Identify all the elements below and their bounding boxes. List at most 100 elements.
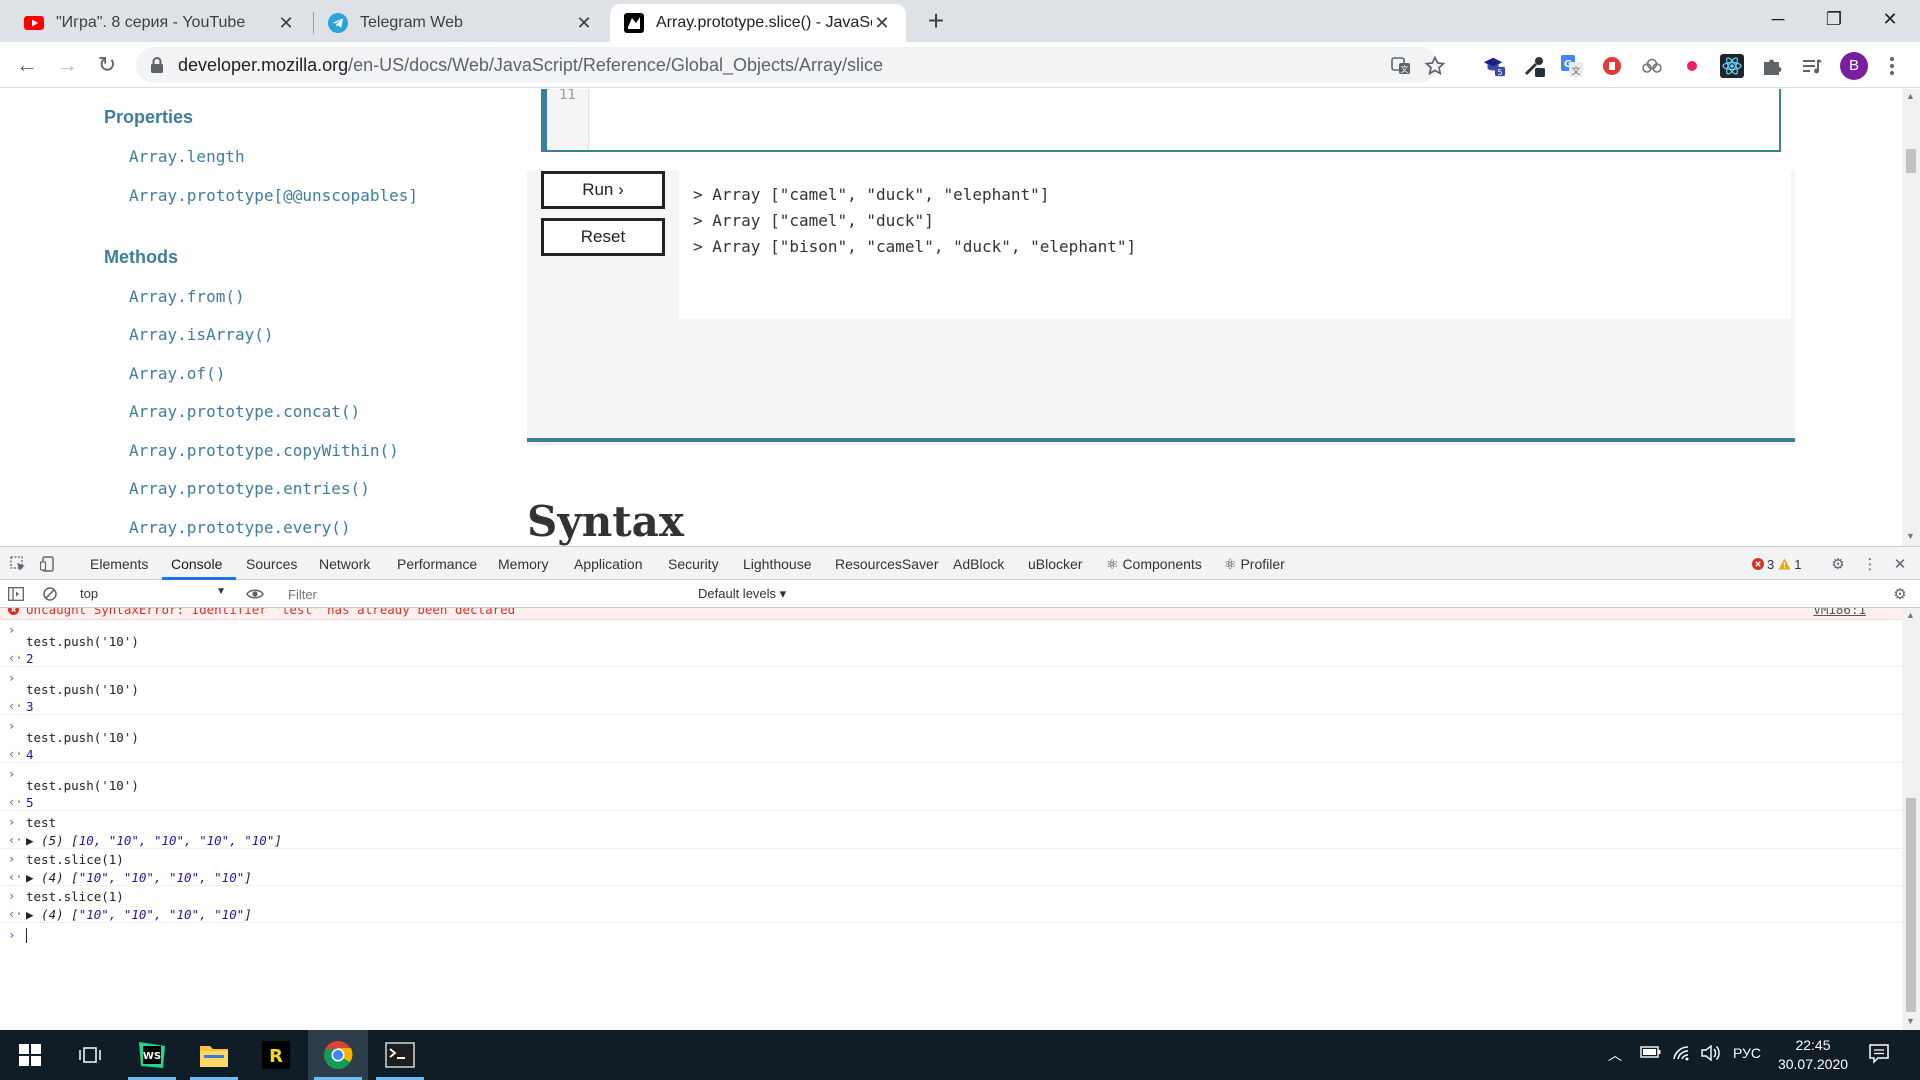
sidebar-link[interactable]: Array.length	[129, 147, 245, 166]
devtools-tab-components[interactable]: ⚛ Components	[1106, 556, 1202, 573]
console-output-array[interactable]: ▶ (4) ["10", "10", "10", "10"]	[26, 870, 252, 885]
console-sidebar-icon[interactable]	[6, 584, 26, 604]
extension-graduation-icon[interactable]: 5	[1482, 54, 1506, 78]
issue-counter[interactable]: 3 1	[1752, 554, 1816, 574]
system-clock[interactable]: 22:45 30.07.2020	[1768, 1036, 1858, 1074]
devtools-settings-icon[interactable]: ⚙	[1828, 554, 1848, 574]
extensions-puzzle-icon[interactable]	[1760, 54, 1784, 78]
devtools-tab-memory[interactable]: Memory	[498, 556, 549, 572]
devtools-close-icon[interactable]: ✕	[1890, 554, 1910, 574]
close-icon[interactable]: ✕	[872, 13, 892, 33]
task-view-icon[interactable]	[60, 1030, 120, 1080]
language-indicator[interactable]: РУС	[1733, 1045, 1761, 1061]
devtools-tab-elements[interactable]: Elements	[90, 556, 148, 572]
google-translate-icon[interactable]: G文	[1560, 54, 1584, 78]
devtools-tab-profiler[interactable]: ⚛ Profiler	[1224, 556, 1285, 573]
tab-youtube[interactable]: "Игра". 8 серия - YouTube ✕	[10, 4, 310, 42]
webstorm-icon[interactable]: WS	[122, 1030, 182, 1080]
reading-list-icon[interactable]	[1800, 54, 1824, 78]
console-settings-icon[interactable]: ⚙	[1890, 584, 1910, 604]
console-input[interactable]: test.push('10')	[26, 682, 139, 697]
scrollbar-thumb[interactable]	[1906, 149, 1916, 173]
devtools-tab-network[interactable]: Network	[319, 556, 370, 572]
scrollbar-thumb[interactable]	[1906, 798, 1916, 1012]
sidebar-link[interactable]: Array.of()	[129, 364, 225, 383]
devtools-tab-lighthouse[interactable]: Lighthouse	[743, 556, 812, 572]
reload-button[interactable]: ↻	[90, 48, 124, 82]
sidebar-link[interactable]: Array.prototype[@@unscopables]	[129, 186, 418, 205]
console-input[interactable]: test.push('10')	[26, 634, 139, 649]
lock-icon[interactable]	[150, 56, 164, 79]
page-scrollbar[interactable]: ▲ ▼	[1902, 89, 1920, 546]
extension-cloud-icon[interactable]	[1640, 54, 1664, 78]
live-expression-eye-icon[interactable]	[245, 584, 265, 604]
minimize-button[interactable]: ─	[1748, 0, 1808, 40]
close-window-button[interactable]: ✕	[1860, 0, 1920, 40]
sidebar-link[interactable]: Array.prototype.copyWithin()	[129, 441, 399, 460]
address-bar[interactable]: developer.mozilla.org/en-US/docs/Web/Jav…	[136, 47, 1446, 83]
forward-button[interactable]: →	[50, 48, 84, 82]
sidebar-link[interactable]: Array.isArray()	[129, 325, 274, 344]
run-button[interactable]: Run ›	[541, 171, 665, 209]
devtools-tab-performance[interactable]: Performance	[397, 556, 477, 572]
scroll-up-icon[interactable]: ▲	[1906, 610, 1915, 620]
devtools-tab-ublocker[interactable]: uBlocker	[1028, 556, 1082, 572]
rider-icon[interactable]: R	[246, 1030, 306, 1080]
scroll-up-icon[interactable]: ▲	[1906, 91, 1915, 101]
sidebar-link[interactable]: Array.prototype.every()	[129, 518, 351, 537]
devtools-tab-sources[interactable]: Sources	[246, 556, 297, 572]
execution-context-select[interactable]: top ▼	[72, 583, 232, 605]
tab-telegram[interactable]: Telegram Web ✕	[314, 4, 608, 42]
scroll-down-icon[interactable]: ▼	[1906, 531, 1915, 541]
console-scrollbar[interactable]: ▲ ▼	[1902, 608, 1920, 1031]
terminal-icon[interactable]	[370, 1030, 430, 1080]
code-editor[interactable]: 11	[541, 89, 1781, 152]
console-prompt[interactable]: ›	[0, 924, 1902, 946]
error-source-link[interactable]: VM186:1	[1813, 608, 1866, 617]
log-levels-dropdown[interactable]: Default levels ▾	[698, 586, 786, 602]
start-icon[interactable]	[0, 1030, 60, 1080]
console-input[interactable]: test.push('10')	[26, 778, 139, 793]
devtools-more-icon[interactable]: ⋮	[1860, 554, 1880, 574]
devtools-tab-console[interactable]: Console	[171, 556, 222, 572]
react-devtools-icon[interactable]	[1720, 54, 1744, 78]
extension-record-icon[interactable]	[1680, 54, 1704, 78]
devtools-tab-application[interactable]: Application	[574, 556, 643, 572]
sidebar-link[interactable]: Array.from()	[129, 287, 245, 306]
sidebar-link[interactable]: Array.prototype.concat()	[129, 402, 360, 421]
scroll-down-icon[interactable]: ▼	[1906, 1016, 1915, 1026]
extension-red-icon[interactable]	[1600, 54, 1624, 78]
volume-icon[interactable]	[1700, 1044, 1720, 1064]
devtools-tab-security[interactable]: Security	[668, 556, 719, 572]
back-button[interactable]: ←	[10, 48, 44, 82]
wifi-icon[interactable]	[1672, 1045, 1692, 1064]
show-hidden-icons-chevron[interactable]: ︿	[1608, 1045, 1622, 1065]
browser-menu-icon[interactable]	[1880, 54, 1904, 78]
bookmark-star-icon[interactable]	[1424, 55, 1446, 77]
console-input[interactable]: test.push('10')	[26, 730, 139, 745]
close-icon[interactable]: ✕	[276, 13, 296, 33]
battery-icon[interactable]	[1640, 1045, 1662, 1062]
clear-console-icon[interactable]	[40, 584, 60, 604]
translate-icon[interactable]: 文	[1390, 55, 1412, 77]
profile-avatar[interactable]: B	[1840, 52, 1868, 80]
new-tab-button[interactable]: +	[922, 7, 950, 36]
console-filter-input[interactable]	[280, 583, 690, 605]
extension-eyedropper-icon[interactable]	[1522, 54, 1546, 78]
tab-mdn-active[interactable]: Array.prototype.slice() - JavaScrip ✕	[610, 4, 906, 42]
chrome-icon[interactable]	[308, 1030, 368, 1080]
console-output-array[interactable]: ▶ (5) [10, "10", "10", "10", "10"]	[26, 833, 282, 848]
device-toolbar-icon[interactable]	[38, 554, 58, 574]
console-input[interactable]: test.slice(1)	[26, 852, 124, 867]
console-input[interactable]: test.slice(1)	[26, 889, 124, 904]
restore-button[interactable]: ❐	[1804, 0, 1864, 40]
notifications-icon[interactable]	[1868, 1042, 1890, 1067]
console-output-array[interactable]: ▶ (4) ["10", "10", "10", "10"]	[26, 907, 252, 922]
sidebar-link[interactable]: Array.prototype.entries()	[129, 479, 370, 498]
console-input[interactable]: test	[26, 815, 56, 830]
inspect-element-icon[interactable]	[8, 554, 28, 574]
reset-button[interactable]: Reset	[541, 218, 665, 256]
devtools-tab-resourcessaver[interactable]: ResourcesSaver	[835, 556, 939, 572]
file-explorer-icon[interactable]	[184, 1030, 244, 1080]
close-icon[interactable]: ✕	[574, 13, 594, 33]
